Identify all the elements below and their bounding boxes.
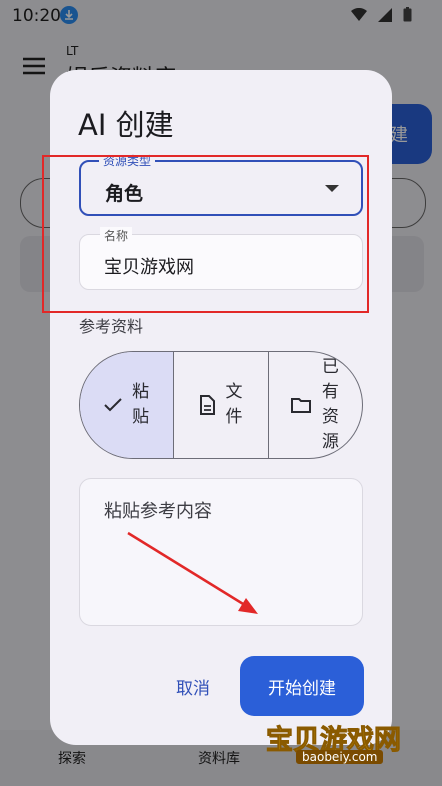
annotation-arrow xyxy=(127,531,258,614)
watermark-url: baobeiy.com xyxy=(296,750,384,764)
